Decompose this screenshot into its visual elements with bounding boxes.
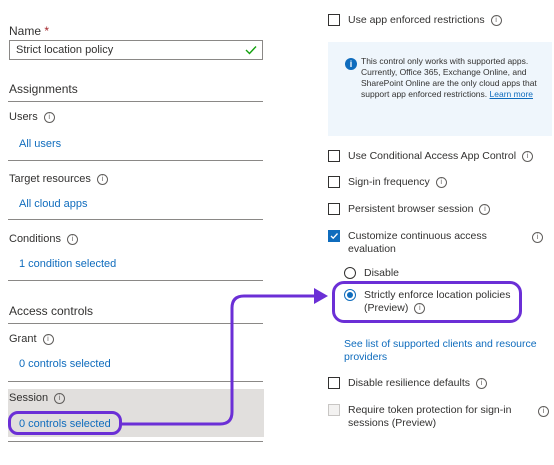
app-enforced-label: Use app enforced restrictions i (348, 14, 502, 27)
persistent-browser-label: Persistent browser session i (348, 203, 491, 216)
info-icon[interactable]: i (490, 15, 502, 26)
info-box: i This control only works with supported… (328, 42, 552, 136)
info-icon[interactable]: i (538, 406, 549, 417)
app-enforced-checkbox[interactable] (328, 14, 340, 26)
divider (8, 323, 263, 324)
info-icon[interactable]: i (414, 303, 426, 314)
info-icon[interactable]: i (96, 174, 108, 185)
info-icon[interactable]: i (435, 177, 447, 188)
info-icon[interactable]: i (54, 393, 66, 404)
radio-disable-label: Disable (364, 267, 400, 279)
radio-strictly-enforce[interactable] (344, 289, 356, 301)
checkmark-icon (330, 233, 338, 240)
radio-disable[interactable] (344, 267, 356, 279)
conditional-access-app-control-label: Use Conditional Access App Control i (348, 150, 534, 163)
target-resources-label: Target resources i (9, 173, 108, 185)
access-controls-header: Access controls (9, 304, 94, 318)
disable-resilience-label: Disable resilience defaults i (348, 377, 487, 390)
learn-more-link[interactable]: Learn more (490, 89, 533, 99)
grant-label: Grant i (9, 333, 54, 345)
signin-frequency-label: Sign-in frequency i (348, 176, 447, 189)
name-input-value: Strict location policy (16, 44, 114, 56)
divider (8, 441, 263, 442)
cae-checkbox[interactable] (328, 230, 340, 242)
radio-strictly-enforce-label: Strictly enforce location policies (Prev… (364, 289, 511, 314)
users-link[interactable]: All users (19, 138, 61, 150)
info-icon[interactable]: i (532, 232, 543, 243)
cae-label: Customize continuous access evaluation (348, 230, 487, 255)
divider (8, 381, 263, 382)
info-box-text: This control only works with supported a… (361, 56, 537, 99)
token-protection-label: Require token protection for sign-in ses… (348, 404, 512, 429)
users-label: Users i (9, 111, 55, 123)
conditional-access-app-control-checkbox[interactable] (328, 150, 340, 162)
assignments-header: Assignments (9, 82, 78, 96)
divider (8, 101, 263, 102)
token-protection-checkbox[interactable] (328, 404, 340, 416)
session-link[interactable]: 0 controls selected (19, 418, 111, 430)
info-icon[interactable]: i (43, 112, 55, 123)
name-input[interactable]: Strict location policy (9, 40, 263, 60)
target-resources-link[interactable]: All cloud apps (19, 198, 88, 210)
info-icon[interactable]: i (522, 151, 534, 162)
grant-link[interactable]: 0 controls selected (19, 358, 111, 370)
session-label: Session i (9, 392, 66, 404)
divider (8, 280, 263, 281)
checkmark-icon (245, 46, 257, 55)
required-asterisk: * (44, 24, 50, 38)
info-icon[interactable]: i (66, 234, 78, 245)
persistent-browser-checkbox[interactable] (328, 203, 340, 215)
conditions-link[interactable]: 1 condition selected (19, 258, 116, 270)
info-icon[interactable]: i (42, 334, 54, 345)
info-filled-icon: i (345, 58, 357, 70)
name-label: Name * (9, 24, 50, 38)
divider (8, 160, 263, 161)
conditions-label: Conditions i (9, 233, 78, 245)
info-icon[interactable]: i (475, 378, 487, 389)
disable-resilience-checkbox[interactable] (328, 377, 340, 389)
divider (8, 219, 263, 220)
supported-clients-link[interactable]: See list of supported clients and resour… (344, 338, 537, 364)
signin-frequency-checkbox[interactable] (328, 176, 340, 188)
info-icon[interactable]: i (479, 204, 491, 215)
